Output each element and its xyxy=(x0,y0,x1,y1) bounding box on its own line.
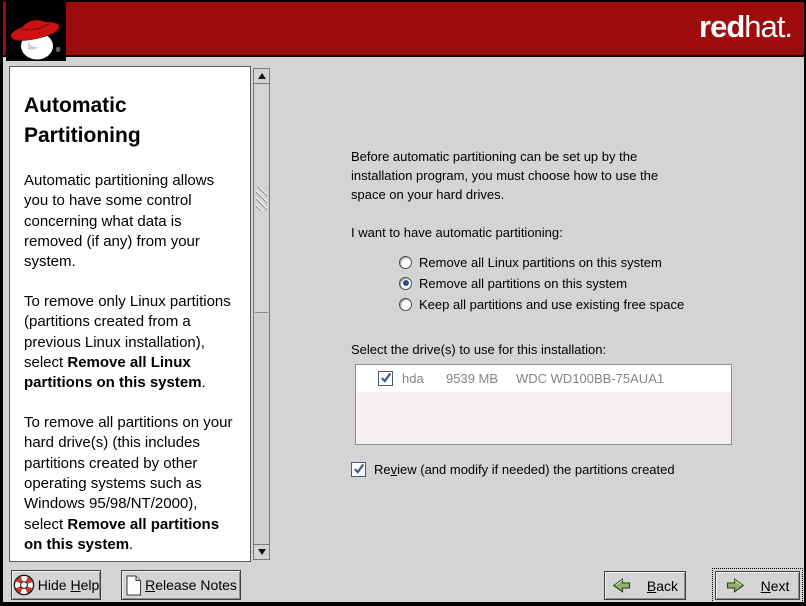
radio-button-icon[interactable] xyxy=(399,256,412,269)
drive-size: 9539 MB xyxy=(446,371,514,386)
radio-button-icon[interactable] xyxy=(399,277,412,290)
hide-help-label: Hide Help xyxy=(38,577,100,593)
back-button[interactable]: Back xyxy=(604,571,686,600)
wordmark-red: red xyxy=(699,9,744,44)
help-title: Automatic Partitioning xyxy=(24,91,214,152)
triangle-up-icon xyxy=(258,73,266,79)
partitioning-radio-group: Remove all Linux partitions on this syst… xyxy=(399,252,743,315)
next-button[interactable]: Next xyxy=(715,571,800,600)
next-label: Next xyxy=(761,578,790,594)
main-content: Before automatic partitioning can be set… xyxy=(351,148,743,477)
drive-checkbox[interactable] xyxy=(378,371,393,386)
radio-remove-linux-partitions[interactable]: Remove all Linux partitions on this syst… xyxy=(399,252,743,273)
drives-label: Select the drive(s) to use for this inst… xyxy=(351,342,743,357)
document-icon xyxy=(125,575,142,596)
scroll-up-button[interactable] xyxy=(254,69,269,84)
arrow-left-icon xyxy=(612,577,631,594)
drive-device: hda xyxy=(402,371,446,386)
review-checkbox-row[interactable]: Review (and modify if needed) the partit… xyxy=(351,462,743,477)
arrow-right-icon xyxy=(726,577,745,594)
scrollbar-thumb[interactable] xyxy=(255,85,268,313)
shadowman-logo-icon: ® xyxy=(6,2,66,61)
redhat-banner: redhat. xyxy=(3,2,804,57)
drive-listbox[interactable]: hda 9539 MB WDC WD100BB-75AUA1 xyxy=(355,364,732,445)
life-preserver-icon xyxy=(13,574,35,596)
help-scrollbar[interactable] xyxy=(253,68,270,560)
back-label: Back xyxy=(647,578,678,594)
wordmark-hat: hat xyxy=(744,9,784,44)
scrollbar-grip-icon xyxy=(256,187,267,211)
redhat-wordmark: redhat. xyxy=(699,11,792,42)
partitioning-prompt: I want to have automatic partitioning: xyxy=(351,225,743,240)
intro-text: Before automatic partitioning can be set… xyxy=(351,148,681,205)
triangle-down-icon xyxy=(258,549,266,555)
help-paragraph-3: To remove all partitions on your hard dr… xyxy=(24,413,240,556)
installer-window: redhat. ® Automatic Partitioning Automat… xyxy=(0,0,806,606)
help-panel: Automatic Partitioning Automatic partiti… xyxy=(9,66,251,562)
help-paragraph-1: Automatic partitioning allows you to hav… xyxy=(24,171,240,273)
drive-row-hda[interactable]: hda 9539 MB WDC WD100BB-75AUA1 xyxy=(356,365,731,392)
drive-model: WDC WD100BB-75AUA1 xyxy=(516,371,664,386)
radio-remove-all-partitions[interactable]: Remove all partitions on this system xyxy=(399,273,743,294)
svg-text:®: ® xyxy=(56,47,61,54)
review-checkbox[interactable] xyxy=(351,462,366,477)
release-notes-button[interactable]: Release Notes xyxy=(121,570,241,600)
help-paragraph-2: To remove only Linux partitions (partiti… xyxy=(24,292,240,394)
release-notes-label: Release Notes xyxy=(145,577,237,593)
radio-keep-all-partitions[interactable]: Keep all partitions and use existing fre… xyxy=(399,294,743,315)
radio-button-icon[interactable] xyxy=(399,298,412,311)
scroll-down-button[interactable] xyxy=(254,544,269,559)
review-label: Review (and modify if needed) the partit… xyxy=(374,462,675,477)
hide-help-button[interactable]: Hide Help xyxy=(11,570,101,600)
